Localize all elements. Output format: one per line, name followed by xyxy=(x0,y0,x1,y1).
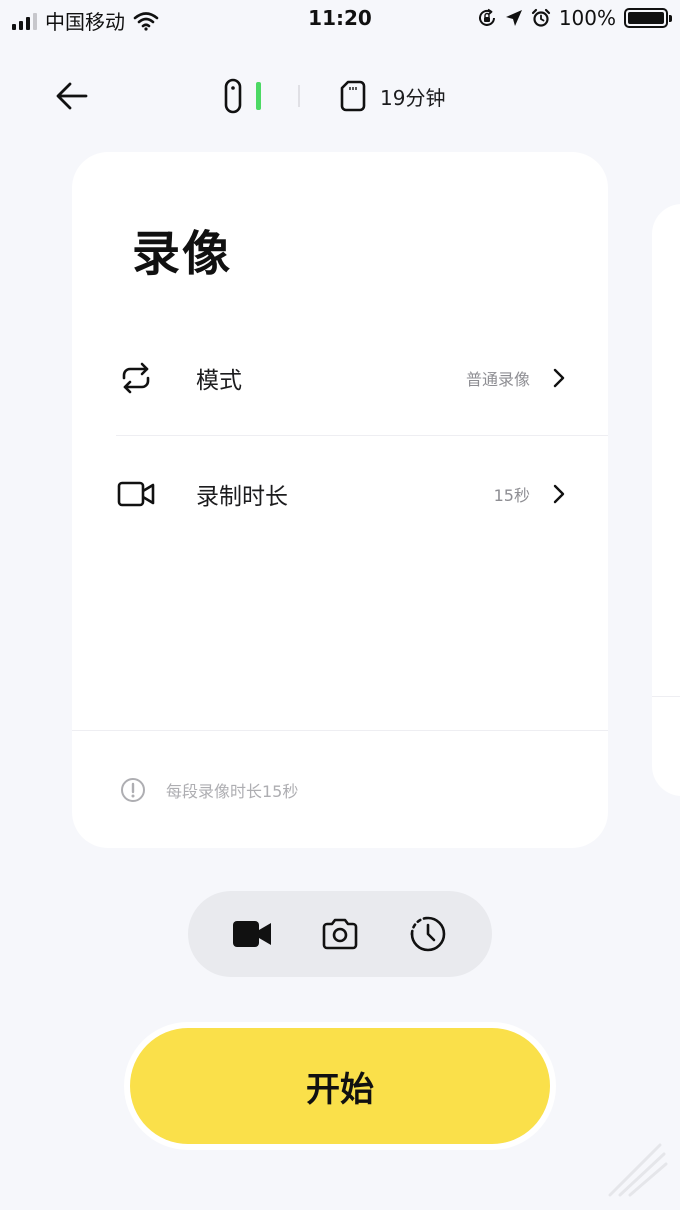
battery-percent: 100% xyxy=(558,6,616,30)
sd-card-icon xyxy=(340,80,366,112)
camera-icon xyxy=(322,918,358,950)
card-footer: 每段录像时长15秒 xyxy=(72,730,608,848)
status-right: 100% xyxy=(477,6,672,30)
duration-row[interactable]: 录制时长 15秒 xyxy=(116,436,608,552)
status-bar: 中国移动 11:20 100% xyxy=(0,0,680,40)
watermark-logo xyxy=(608,1143,668,1197)
back-arrow-icon xyxy=(56,82,88,110)
signal-icon xyxy=(12,12,37,30)
timelapse-icon xyxy=(410,916,446,952)
loop-icon xyxy=(116,358,156,398)
duration-value: 15秒 xyxy=(493,486,530,505)
orientation-lock-icon xyxy=(478,8,495,26)
video-icon xyxy=(233,921,271,947)
info-icon xyxy=(121,778,145,802)
alarm-icon xyxy=(531,8,550,27)
video-camera-icon xyxy=(116,474,156,514)
duration-label: 录制时长 xyxy=(196,484,288,510)
carrier-name: 中国移动 xyxy=(45,10,125,34)
remaining-time: 19分钟 xyxy=(380,85,446,110)
mode-switcher xyxy=(188,891,492,977)
recording-card: 录像 模式 普通录像 录制时长 15秒 每段录像时长15秒 xyxy=(72,152,608,848)
status-left: 中国移动 xyxy=(12,6,159,35)
footer-text: 每段录像时长15秒 xyxy=(166,782,299,801)
timelapse-mode-button[interactable] xyxy=(406,912,450,956)
video-mode-button[interactable] xyxy=(230,912,274,956)
next-card-peek[interactable] xyxy=(652,204,680,796)
location-icon xyxy=(505,10,522,26)
mode-row[interactable]: 模式 普通录像 xyxy=(116,320,608,436)
photo-mode-button[interactable] xyxy=(318,912,362,956)
chevron-right-icon xyxy=(552,367,566,389)
device-status: 19分钟 xyxy=(224,76,445,116)
battery-icon xyxy=(624,8,672,28)
footer-note: 每段录像时长15秒 xyxy=(120,777,298,803)
chevron-right-icon xyxy=(552,483,566,505)
card-title: 录像 xyxy=(132,226,233,282)
device-icon xyxy=(224,78,261,114)
header-divider xyxy=(298,85,300,107)
mode-label: 模式 xyxy=(196,367,242,394)
wifi-icon xyxy=(133,11,159,31)
start-button[interactable]: 开始 xyxy=(130,1028,550,1144)
back-button[interactable] xyxy=(50,74,94,118)
mode-value: 普通录像 xyxy=(465,369,530,389)
